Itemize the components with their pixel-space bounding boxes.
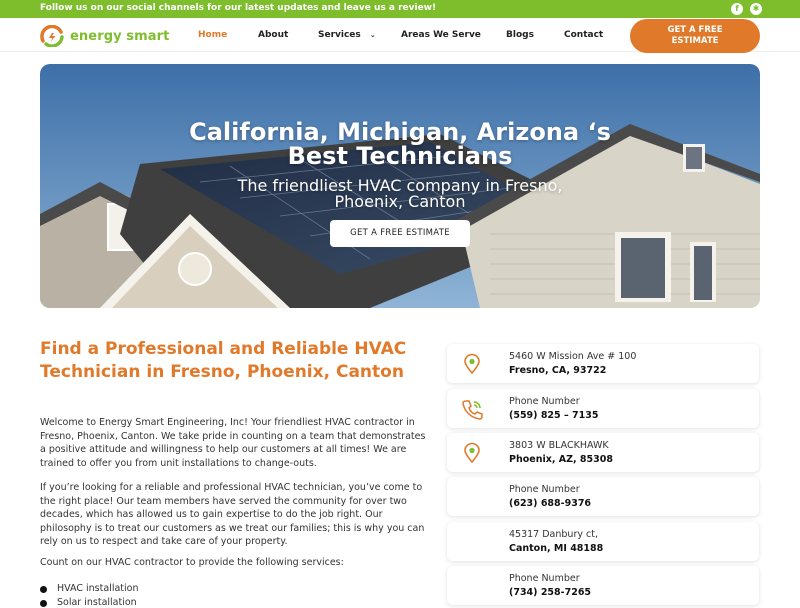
get-estimate-hero-button[interactable]: GET A FREE ESTIMATE bbox=[330, 220, 470, 247]
hero-subtitle: The friendliest HVAC company in Fresno, … bbox=[170, 178, 630, 210]
contact-label: 45317 Danbury ct, bbox=[509, 529, 598, 540]
yelp-icon[interactable]: ✱ bbox=[750, 3, 762, 15]
contact-value: (734) 258-7265 bbox=[509, 587, 592, 598]
contact-value: Canton, MI 48188 bbox=[509, 543, 604, 554]
service-label: HVAC installation bbox=[57, 583, 139, 594]
cta-line-2: ESTIMATE bbox=[671, 36, 719, 46]
logo-icon bbox=[40, 25, 64, 47]
contact-card-canton-phone[interactable]: Phone Number (734) 258-7265 bbox=[447, 566, 759, 605]
list-item: HVAC installation bbox=[40, 583, 138, 594]
contact-card-canton-address: 45317 Danbury ct, Canton, MI 48188 bbox=[447, 522, 759, 561]
get-estimate-header-button[interactable]: GET A FREE ESTIMATE bbox=[630, 19, 760, 53]
cta-line-1: GET A FREE bbox=[667, 25, 723, 35]
contact-card-fresno-phone[interactable]: Phone Number (559) 825 – 7135 bbox=[447, 389, 759, 428]
contact-card-fresno-address: 5460 W Mission Ave # 100 Fresno, CA, 937… bbox=[447, 344, 759, 383]
list-item: Solar installation bbox=[40, 597, 137, 608]
section-title: Find a Professional and Reliable HVAC Te… bbox=[40, 339, 407, 382]
nav-areas-we-serve[interactable]: Areas We Serve bbox=[401, 30, 481, 40]
nav-about[interactable]: About bbox=[258, 30, 288, 40]
contact-label: Phone Number bbox=[509, 573, 580, 584]
nav-blogs[interactable]: Blogs bbox=[506, 30, 534, 40]
map-pin-icon bbox=[464, 442, 480, 464]
services-intro-paragraph: Count on our HVAC contractor to provide … bbox=[40, 557, 344, 568]
contact-label: Phone Number bbox=[509, 396, 580, 407]
top-announcement-bar: Follow us on our social channels for our… bbox=[0, 0, 800, 18]
contact-label: 3803 W BLACKHAWK bbox=[509, 440, 609, 451]
site-header: energy smart Home About Services ⌄ Areas… bbox=[0, 18, 800, 53]
hero-subtitle-line-2: Phoenix, Canton bbox=[334, 192, 466, 211]
nav-services[interactable]: Services ⌄ bbox=[318, 30, 376, 40]
hero-title: California, Michigan, Arizona ‘s Best Te… bbox=[100, 120, 700, 168]
contact-card-phoenix-address: 3803 W BLACKHAWK Phoenix, AZ, 85308 bbox=[447, 433, 759, 472]
announcement-text: Follow us on our social channels for our… bbox=[40, 3, 437, 13]
intro-paragraph: Welcome to Energy Smart Engineering, Inc… bbox=[40, 417, 426, 469]
contact-value: (623) 688-9376 bbox=[509, 498, 592, 509]
service-label: Solar installation bbox=[57, 597, 137, 608]
hero-banner: California, Michigan, Arizona ‘s Best Te… bbox=[40, 64, 760, 308]
contact-value: Fresno, CA, 93722 bbox=[509, 365, 607, 376]
contact-value: (559) 825 – 7135 bbox=[509, 410, 599, 421]
logo[interactable]: energy smart bbox=[40, 25, 170, 47]
contact-label: 5460 W Mission Ave # 100 bbox=[509, 351, 637, 362]
nav-contact[interactable]: Contact bbox=[564, 30, 603, 40]
hero-title-line-1: California, Michigan, Arizona ‘s bbox=[189, 118, 611, 146]
contact-value: Phoenix, AZ, 85308 bbox=[509, 454, 613, 465]
contact-card-phoenix-phone[interactable]: Phone Number (623) 688-9376 bbox=[447, 477, 759, 516]
experience-paragraph: If you’re looking for a reliable and pro… bbox=[40, 482, 425, 547]
nav-services-label: Services bbox=[318, 30, 361, 40]
map-pin-icon bbox=[464, 353, 480, 375]
chevron-down-icon: ⌄ bbox=[369, 31, 376, 39]
contact-label: Phone Number bbox=[509, 484, 580, 495]
hero-title-line-2: Best Technicians bbox=[287, 142, 513, 170]
logo-text: energy smart bbox=[70, 28, 170, 44]
nav-home[interactable]: Home bbox=[198, 30, 227, 40]
facebook-icon[interactable]: f bbox=[731, 3, 743, 15]
phone-icon bbox=[462, 400, 483, 420]
